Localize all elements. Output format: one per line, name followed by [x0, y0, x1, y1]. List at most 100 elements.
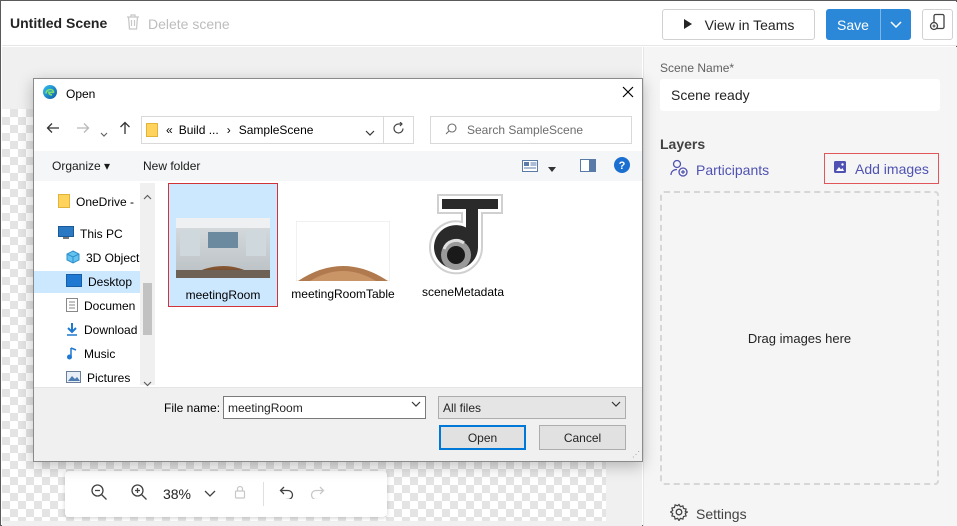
- sidebar-item-pictures[interactable]: Pictures: [34, 367, 140, 389]
- cancel-button[interactable]: Cancel: [539, 425, 626, 450]
- sidebar-item-label: Desktop: [88, 275, 133, 289]
- chevron-down-icon: [100, 125, 108, 141]
- dialog-titlebar[interactable]: Open: [34, 79, 642, 109]
- participants-tab[interactable]: Participants: [670, 159, 769, 180]
- navigation-pane: OneDrive - This PC 3D Object Desktop Doc…: [34, 183, 156, 387]
- top-bar: Untitled Scene Delete scene View in Team…: [2, 2, 957, 46]
- lock-icon: [234, 485, 246, 504]
- sidebar-scrollbar[interactable]: [140, 183, 155, 387]
- chevron-down-icon[interactable]: [411, 400, 421, 411]
- pictures-icon: [66, 370, 81, 386]
- file-name: meetingRoomTable: [291, 287, 395, 301]
- preview-pane-button[interactable]: [580, 158, 596, 177]
- share-button[interactable]: [922, 9, 953, 40]
- image-drop-zone[interactable]: Drag images here: [660, 191, 939, 485]
- chevron-down-icon[interactable]: [365, 126, 375, 140]
- undo-icon: [279, 485, 295, 504]
- toolbar-divider: [263, 482, 264, 506]
- file-name-label: File name:: [164, 401, 221, 415]
- breadcrumb-build[interactable]: Build ...: [179, 123, 219, 137]
- redo-icon: [309, 485, 325, 504]
- zoom-out-button[interactable]: [79, 483, 119, 506]
- chevron-down-icon: [204, 485, 216, 503]
- view-in-teams-button[interactable]: View in Teams: [662, 9, 815, 40]
- change-view-button[interactable]: [522, 159, 538, 177]
- organize-menu[interactable]: Organize ▾: [52, 159, 110, 173]
- sidebar-item-documents[interactable]: Documen: [34, 295, 140, 317]
- sidebar-item-label: This PC: [80, 227, 123, 241]
- file-name-value: meetingRoom: [228, 400, 303, 415]
- close-button[interactable]: [622, 85, 634, 103]
- scroll-up-icon[interactable]: [143, 187, 152, 205]
- search-input[interactable]: Search SampleScene: [430, 116, 632, 144]
- file-name: meetingRoom: [185, 288, 261, 302]
- refresh-button[interactable]: [384, 116, 414, 144]
- delete-scene-button[interactable]: Delete scene: [126, 14, 230, 33]
- download-icon: [66, 322, 78, 339]
- save-button[interactable]: Save: [826, 9, 880, 40]
- zoom-out-icon: [90, 483, 108, 506]
- drop-hint: Drag images here: [747, 330, 852, 346]
- sidebar-item-desktop[interactable]: Desktop: [34, 271, 140, 293]
- sidebar-item-onedrive[interactable]: OneDrive -: [34, 191, 140, 213]
- help-button[interactable]: ?: [614, 157, 630, 178]
- help-icon: ?: [614, 157, 630, 177]
- refresh-icon: [392, 121, 405, 138]
- scroll-thumb[interactable]: [143, 283, 152, 335]
- view-options-button[interactable]: [548, 159, 556, 177]
- file-name-input[interactable]: meetingRoom: [223, 396, 426, 419]
- music-icon: [66, 346, 78, 363]
- sidebar-item-this-pc[interactable]: This PC: [34, 223, 140, 245]
- file-item[interactable]: meetingRoomTable: [288, 183, 398, 307]
- search-placeholder: Search SampleScene: [467, 123, 584, 137]
- zoom-toolbar: 38%: [65, 471, 387, 517]
- open-file-dialog: Open « Build ... › SampleScene Search Sa…: [33, 78, 643, 462]
- zoom-in-button[interactable]: [119, 483, 159, 506]
- sidebar-item-label: Pictures: [87, 371, 131, 385]
- sidebar-item-music[interactable]: Music: [34, 343, 140, 365]
- sidebar-item-3d-objects[interactable]: 3D Object: [34, 247, 140, 269]
- undo-button[interactable]: [272, 485, 302, 504]
- meeting-room-table-thumbnail: [295, 220, 391, 282]
- dialog-toolbar: Organize ▾ New folder ?: [34, 151, 642, 181]
- layers-heading: Layers: [660, 136, 706, 152]
- settings-button[interactable]: Settings: [669, 503, 747, 524]
- dialog-footer: File name: meetingRoom All files Open Ca…: [34, 387, 642, 461]
- view-controls: ?: [522, 157, 630, 178]
- scene-name-input[interactable]: Scene ready: [660, 79, 940, 111]
- delete-scene-label: Delete scene: [148, 15, 230, 32]
- breadcrumb-samplescene[interactable]: SampleScene: [239, 123, 314, 137]
- view-icon: [522, 159, 538, 176]
- open-button[interactable]: Open: [439, 425, 526, 450]
- arrow-up-icon: [119, 121, 131, 138]
- back-button[interactable]: [46, 121, 60, 137]
- file-type-select[interactable]: All files: [438, 396, 626, 419]
- redo-button[interactable]: [302, 485, 332, 504]
- resize-grip-icon[interactable]: ⋰: [632, 450, 640, 459]
- chevron-down-icon: [548, 166, 556, 172]
- chevron-down-icon: [611, 400, 621, 411]
- lock-button[interactable]: [225, 485, 255, 504]
- address-bar[interactable]: « Build ... › SampleScene: [141, 116, 384, 144]
- cube-icon: [66, 249, 80, 267]
- forward-button[interactable]: [76, 121, 90, 137]
- scene-title[interactable]: Untitled Scene: [10, 15, 107, 31]
- sidebar-item-label: 3D Object: [86, 251, 140, 265]
- save-options-button[interactable]: [880, 9, 911, 40]
- file-item[interactable]: meetingRoom: [168, 183, 278, 307]
- desktop-icon: [66, 274, 82, 290]
- add-images-tab[interactable]: Add images: [824, 153, 939, 184]
- breadcrumb-overflow[interactable]: «: [166, 123, 173, 137]
- file-item[interactable]: sceneMetadata: [408, 183, 518, 307]
- arrow-right-icon: [76, 121, 90, 137]
- view-in-teams-label: View in Teams: [704, 16, 795, 33]
- zoom-dropdown-button[interactable]: [195, 485, 225, 503]
- recent-locations-button[interactable]: [100, 125, 108, 141]
- arrow-left-icon: [46, 121, 60, 137]
- new-folder-button[interactable]: New folder: [143, 159, 200, 173]
- scene-metadata-icon: [429, 194, 503, 275]
- app-window: Untitled Scene Delete scene View in Team…: [0, 0, 957, 526]
- sidebar-item-downloads[interactable]: Download: [34, 319, 140, 341]
- up-button[interactable]: [119, 121, 131, 138]
- chevron-down-icon: [890, 16, 902, 34]
